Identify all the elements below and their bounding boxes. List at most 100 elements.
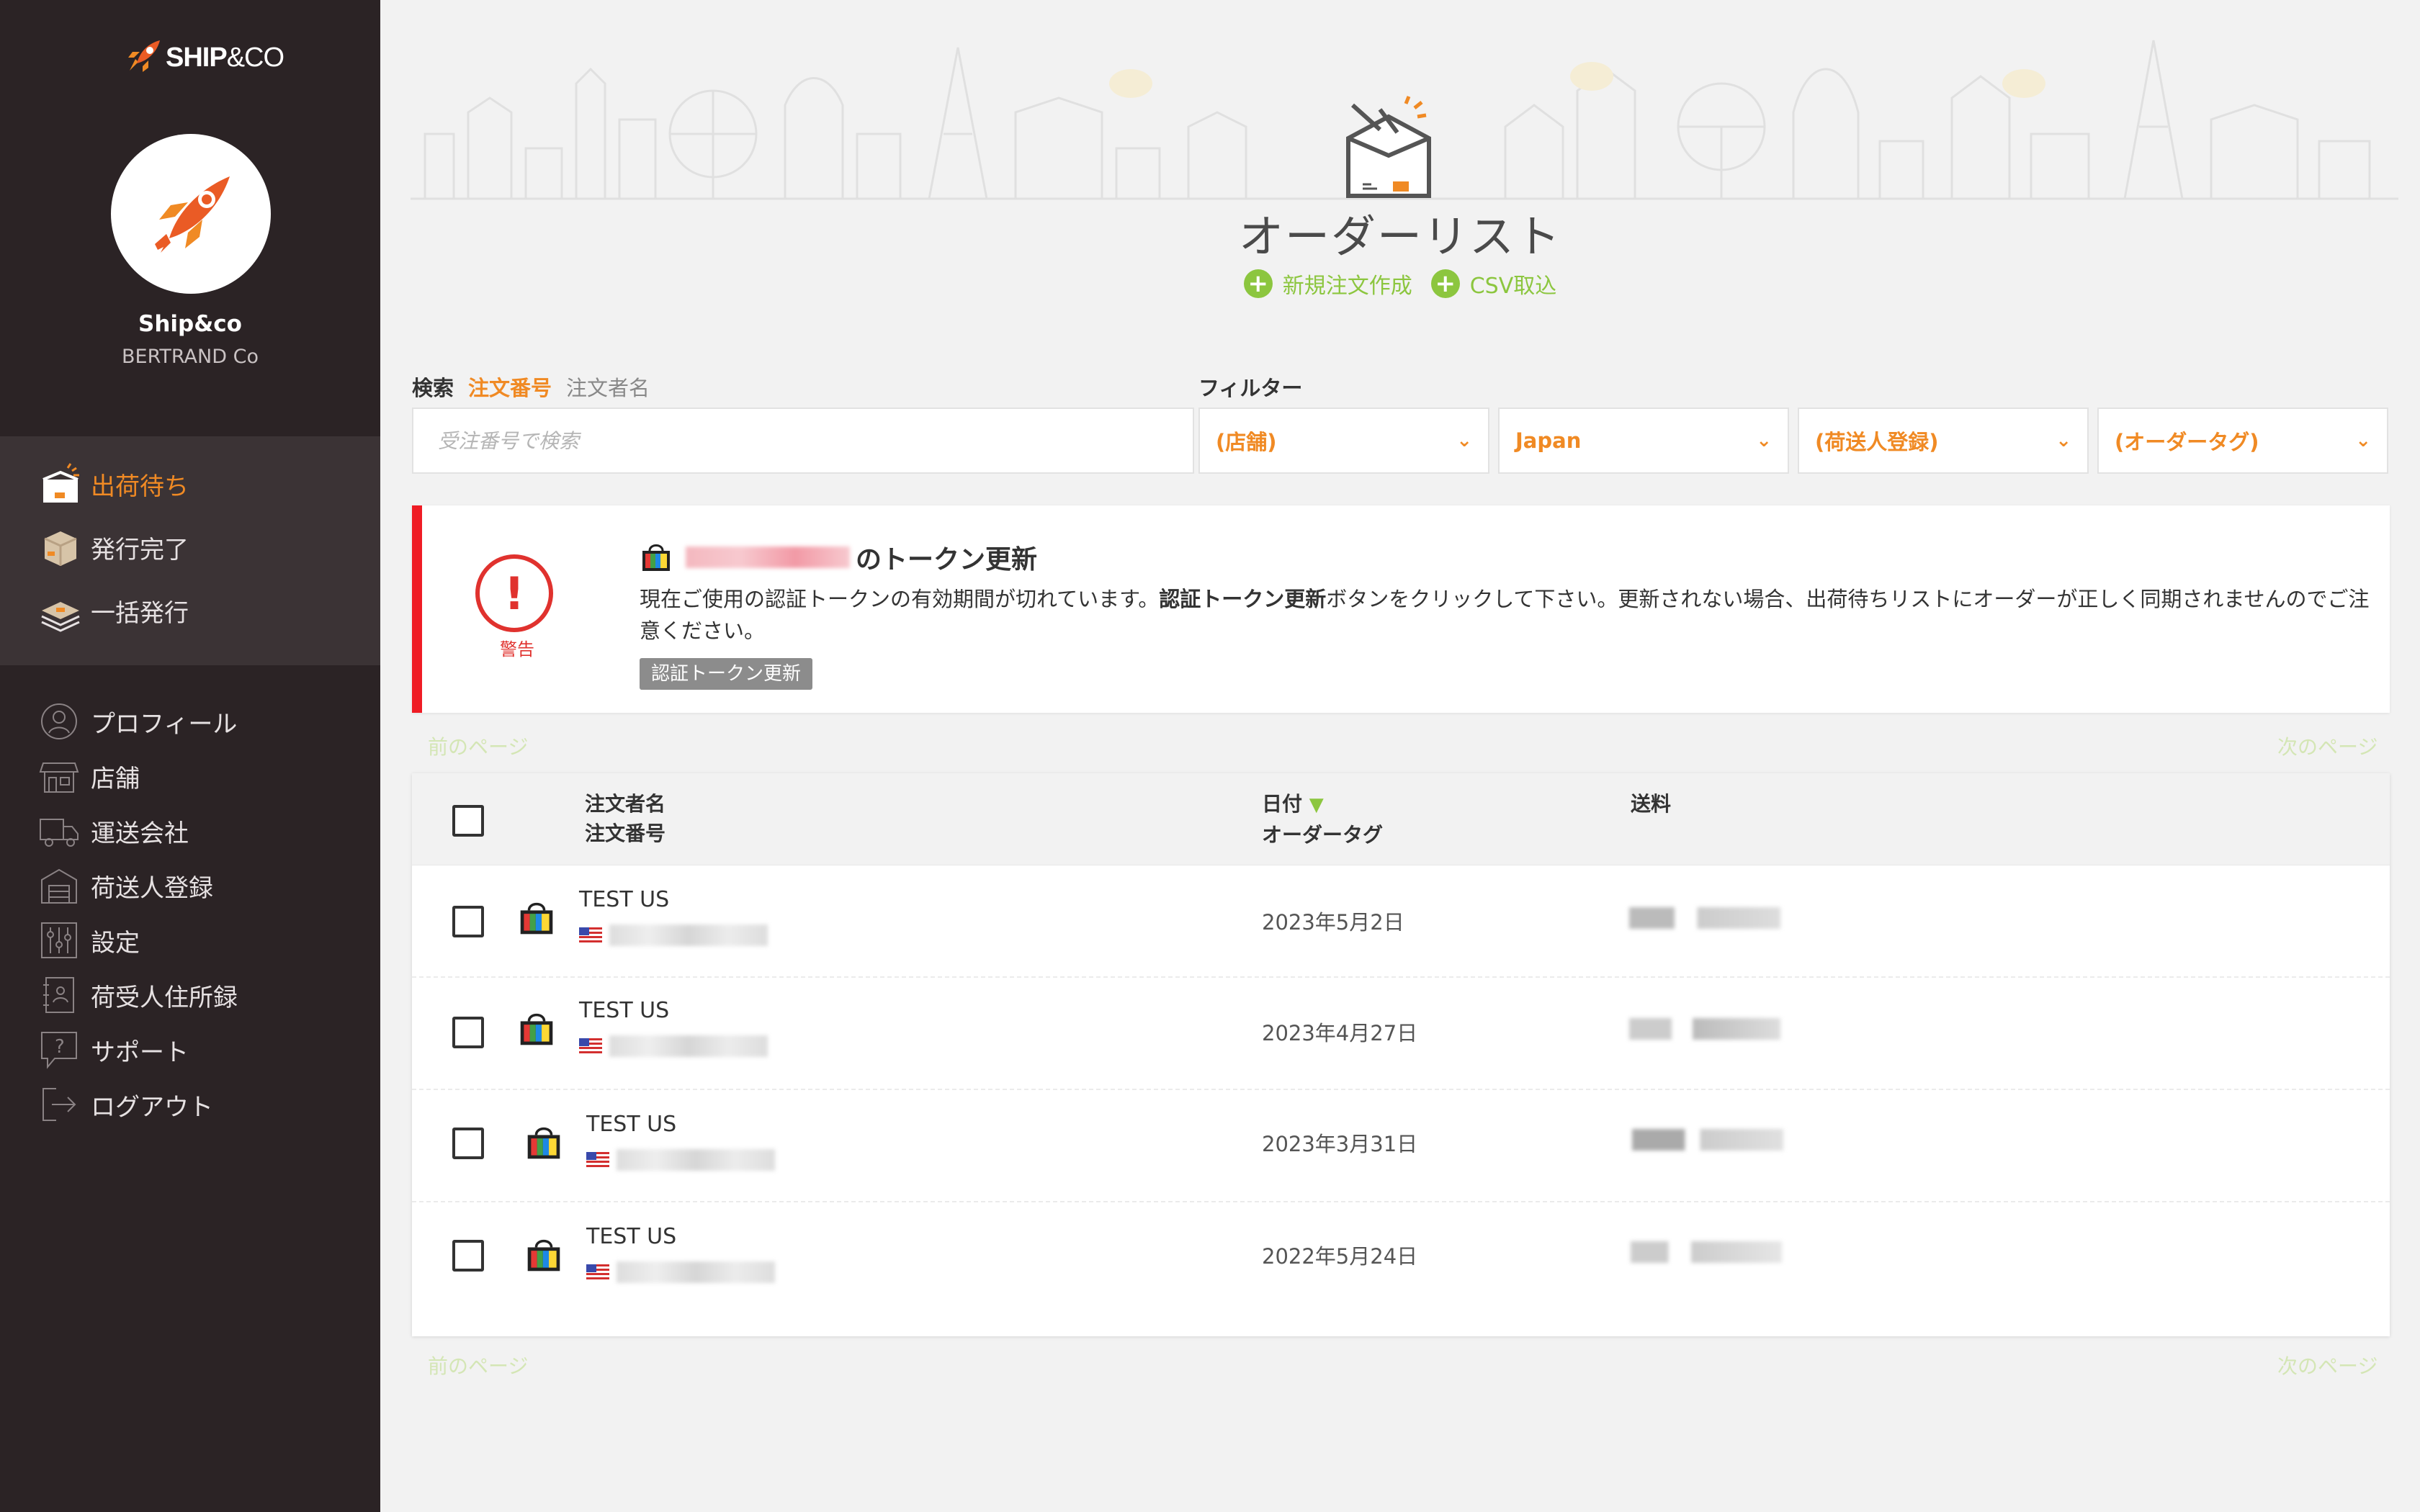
alert-body-emphasis: 認証トークン更新 [1159, 587, 1327, 611]
column-header-customer[interactable]: 注文者名 注文番号 [585, 789, 666, 848]
chevron-down-icon: ⌄ [1756, 430, 1772, 451]
nav-item-support[interactable]: ? サポート [39, 1027, 189, 1073]
warehouse-icon [39, 863, 91, 909]
row-checkbox[interactable] [452, 906, 484, 937]
customer-name: TEST US [579, 887, 670, 912]
refresh-token-button[interactable]: 認証トークン更新 [640, 658, 813, 690]
nav-item-issued[interactable]: 発行完了 [39, 524, 189, 570]
new-order-label: 新規注文作成 [1282, 274, 1412, 299]
truck-icon [39, 808, 91, 854]
column-header-label: オーダータグ [1262, 823, 1384, 847]
csv-import-label: CSV取込 [1469, 274, 1557, 299]
brand-suffix: &CO [226, 42, 284, 73]
nav-primary: 出荷待ち 発行完了 一括発行 [0, 436, 380, 665]
table-header: 注文者名 注文番号 日付 ▼ オーダータグ 送料 [412, 773, 2390, 865]
redacted-shipping-cost [1629, 1018, 1780, 1040]
account-name: Ship&co [138, 311, 242, 337]
order-date: 2023年5月2日 [1262, 910, 1404, 935]
next-page-link[interactable]: 次のページ [2277, 732, 2378, 760]
brand-logo[interactable]: SHIP&CO [122, 37, 284, 78]
help-icon: ? [39, 1027, 91, 1073]
nav-item-profile[interactable]: プロフィール [39, 698, 237, 744]
nav-item-label: 店舗 [91, 764, 140, 793]
main-content: オーダーリスト + 新規注文作成 + CSV取込 検索 注文番号 注文者名 フィ… [380, 0, 2420, 1512]
nav-item-bulk[interactable]: 一括発行 [39, 588, 189, 634]
row-checkbox[interactable] [452, 1240, 484, 1272]
customer-name: TEST US [579, 998, 670, 1023]
store-icon [39, 753, 91, 799]
new-order-button[interactable]: + 新規注文作成 [1243, 268, 1412, 300]
table-row[interactable]: TEST US 2023年3月31日 [412, 1090, 2390, 1202]
stack-icon [39, 588, 91, 634]
alert-body-text: 現在ご使用の認証トークンの有効期間が切れています。 [640, 587, 1160, 611]
column-header-label: 注文者名 [585, 792, 666, 816]
nav-item-shipper[interactable]: 荷送人登録 [39, 863, 213, 909]
nav-item-label: ログアウト [91, 1092, 213, 1122]
alert-title: のトークン更新 [640, 539, 1037, 576]
redacted-shipping-cost [1631, 1241, 1782, 1263]
nav-item-address-book[interactable]: 荷受人住所録 [39, 972, 238, 1018]
rocket-avatar-icon [155, 176, 230, 253]
nav-item-store[interactable]: 店舗 [39, 753, 140, 799]
nav-item-label: 運送会社 [91, 819, 189, 848]
warning-icon: ! [475, 554, 553, 632]
us-flag-icon [579, 927, 602, 943]
row-checkbox[interactable] [452, 1128, 484, 1159]
row-checkbox[interactable] [452, 1017, 484, 1048]
shopping-bag-icon [642, 544, 670, 571]
nav-item-label: プロフィール [91, 709, 238, 739]
chevron-down-icon: ⌄ [2355, 430, 2371, 451]
account-company: BERTRAND Co [122, 346, 259, 368]
package-icon [39, 524, 91, 570]
redacted-shipping-cost [1632, 1129, 1783, 1151]
token-expired-alert: ! 警告 のトークン更新 現在ご使用の認証トークンの有効期間が切れています。認証… [412, 505, 2390, 713]
table-row[interactable]: TEST US 2022年5月24日 [412, 1202, 2390, 1315]
alert-title-text: のトークン更新 [856, 545, 1038, 575]
shopping-bag-icon [527, 1239, 560, 1272]
svg-text:?: ? [55, 1036, 65, 1058]
column-header-shipping[interactable]: 送料 [1631, 789, 1671, 819]
filter-shipper-select[interactable]: (荷送人登録) ⌄ [1798, 408, 2089, 474]
filter-value: (オーダータグ) [2115, 430, 2259, 454]
select-all-checkbox[interactable] [452, 805, 484, 837]
nav-item-logout[interactable]: ログアウト [39, 1081, 213, 1128]
search-mode-toggle: 検索 注文番号 注文者名 [412, 372, 650, 402]
redacted-order-number [609, 924, 768, 946]
nav-item-carrier[interactable]: 運送会社 [39, 808, 189, 854]
csv-import-button[interactable]: + CSV取込 [1430, 268, 1557, 300]
customer-name: TEST US [586, 1224, 677, 1249]
column-header-date[interactable]: 日付 ▼ オーダータグ [1262, 789, 1383, 850]
sidebar: SHIP&CO Ship&co BERTRAND Co 出荷待ち 発行完了 一括… [0, 0, 380, 1512]
sliders-icon [39, 917, 91, 963]
shopping-bag-icon [520, 902, 553, 935]
avatar[interactable] [111, 134, 271, 294]
filter-tag-select[interactable]: (オーダータグ) ⌄ [2097, 408, 2388, 474]
search-mode-order-number[interactable]: 注文番号 [468, 372, 552, 402]
customer-name: TEST US [586, 1112, 677, 1137]
redacted-order-number [617, 1149, 775, 1171]
filter-country-select[interactable]: Japan ⌄ [1498, 408, 1789, 474]
search-input[interactable] [412, 408, 1194, 474]
redacted-shipping-cost [1629, 907, 1780, 929]
us-flag-icon [586, 1152, 609, 1168]
next-page-link-bottom[interactable]: 次のページ [2277, 1351, 2378, 1380]
redacted-order-number [609, 1035, 768, 1057]
search-mode-customer-name[interactable]: 注文者名 [566, 372, 650, 402]
nav-item-settings[interactable]: 設定 [39, 917, 140, 963]
nav-item-label: 荷受人住所録 [91, 983, 238, 1012]
warning-label: 警告 [500, 639, 534, 660]
filter-store-select[interactable]: (店舗) ⌄ [1198, 408, 1489, 474]
table-row[interactable]: TEST US 2023年5月2日 [412, 865, 2390, 978]
table-row[interactable]: TEST US 2023年4月27日 [412, 978, 2390, 1090]
box-open-icon [39, 461, 91, 507]
nav-item-pending[interactable]: 出荷待ち [39, 461, 189, 507]
brand-name: SHIP [166, 42, 228, 73]
prev-page-link[interactable]: 前のページ [428, 732, 528, 760]
prev-page-link-bottom[interactable]: 前のページ [428, 1351, 528, 1380]
logout-icon [39, 1081, 91, 1128]
order-date: 2023年4月27日 [1262, 1021, 1418, 1045]
shopping-bag-icon [520, 1013, 553, 1045]
column-header-label: 注文番号 [585, 822, 666, 845]
plus-circle-icon: + [1430, 269, 1460, 298]
chevron-down-icon: ⌄ [1456, 430, 1472, 451]
